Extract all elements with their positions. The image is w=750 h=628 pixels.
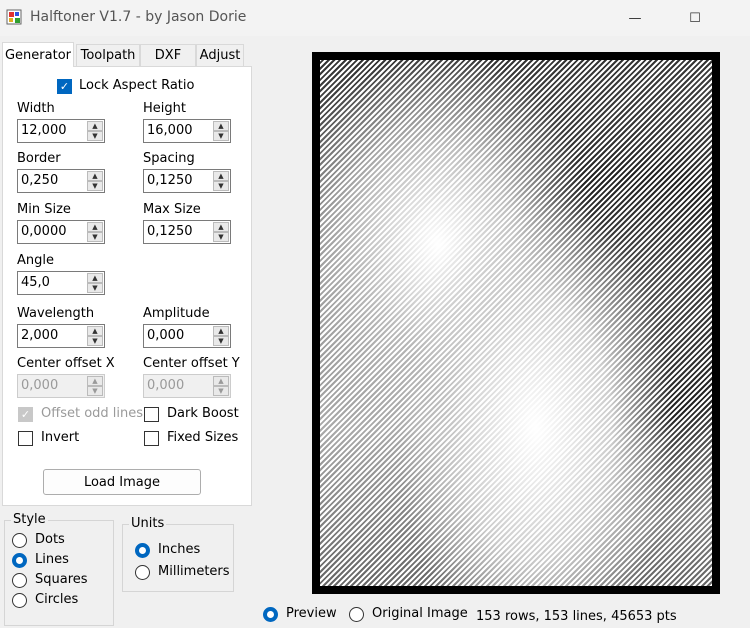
center-offset-x-value: 0,000: [21, 378, 59, 393]
width-spinner[interactable]: 12,000 ▲ ▼: [17, 119, 105, 143]
title-bar: Halftoner V1.7 - by Jason Dorie — ☐: [0, 0, 750, 36]
fixed-sizes-label: Fixed Sizes: [167, 430, 239, 445]
spin-up-icon[interactable]: ▲: [213, 121, 229, 131]
border-label: Border: [17, 151, 61, 166]
invert-checkbox[interactable]: [18, 431, 33, 446]
spin-down-icon[interactable]: ▼: [213, 181, 229, 191]
spin-down-icon[interactable]: ▼: [87, 181, 103, 191]
spin-up-icon[interactable]: ▲: [213, 222, 229, 232]
min-size-spinner[interactable]: 0,0000 ▲ ▼: [17, 220, 105, 244]
app-icon: [6, 9, 22, 25]
wavelength-spinner[interactable]: 2,000 ▲ ▼: [17, 324, 105, 348]
preview-radio[interactable]: [263, 607, 278, 622]
wavelength-value: 2,000: [21, 328, 59, 343]
tab-dxf[interactable]: DXF: [140, 44, 196, 66]
height-value: 16,000: [147, 123, 193, 138]
spin-up-icon[interactable]: ▲: [87, 326, 103, 336]
angle-value: 45,0: [21, 275, 50, 290]
height-spinner[interactable]: 16,000 ▲ ▼: [143, 119, 231, 143]
style-circles-label: Circles: [35, 592, 79, 607]
spin-down-icon: ▼: [213, 386, 229, 396]
units-inches-radio[interactable]: [135, 543, 150, 558]
units-group: Units Inches Millimeters: [122, 516, 234, 592]
style-squares-label: Squares: [35, 572, 88, 587]
units-millimeters-label: Millimeters: [158, 564, 230, 579]
minimize-button[interactable]: —: [612, 4, 658, 32]
spin-down-icon[interactable]: ▼: [213, 336, 229, 346]
tab-toolpath[interactable]: Toolpath: [76, 44, 140, 66]
center-offset-x-spinner: 0,000 ▲ ▼: [17, 374, 105, 398]
units-inches-label: Inches: [158, 542, 201, 557]
max-size-spinner[interactable]: 0,1250 ▲ ▼: [143, 220, 231, 244]
offset-odd-lines-label: Offset odd lines: [41, 406, 144, 421]
angle-label: Angle: [17, 253, 54, 268]
original-image-radio[interactable]: [349, 607, 364, 622]
load-image-button[interactable]: Load Image: [43, 469, 201, 495]
style-lines-label: Lines: [35, 552, 69, 567]
spin-down-icon[interactable]: ▼: [213, 131, 229, 141]
width-label: Width: [17, 101, 55, 116]
style-squares-radio[interactable]: [12, 573, 27, 588]
generator-panel: ✓ Lock Aspect Ratio Width 12,000 ▲ ▼ Heig…: [2, 66, 252, 506]
style-group: Style Dots Lines Squares Circles: [4, 512, 114, 626]
invert-label: Invert: [41, 430, 80, 445]
spin-up-icon[interactable]: ▲: [87, 273, 103, 283]
lock-aspect-label: Lock Aspect Ratio: [79, 78, 195, 93]
lock-aspect-checkbox[interactable]: ✓: [57, 79, 72, 94]
halftone-image: [320, 60, 712, 586]
angle-spinner[interactable]: 45,0 ▲ ▼: [17, 271, 105, 295]
spin-down-icon[interactable]: ▼: [87, 336, 103, 346]
wavelength-label: Wavelength: [17, 306, 95, 321]
tab-adjust[interactable]: Adjust: [196, 44, 244, 66]
amplitude-value: 0,000: [147, 328, 185, 343]
preview-label: Preview: [286, 606, 337, 621]
style-dots-label: Dots: [35, 532, 65, 547]
border-spinner[interactable]: 0,250 ▲ ▼: [17, 169, 105, 193]
border-value: 0,250: [21, 173, 59, 188]
spin-up-icon: ▲: [87, 376, 103, 386]
spin-down-icon[interactable]: ▼: [87, 131, 103, 141]
center-offset-y-spinner: 0,000 ▲ ▼: [143, 374, 231, 398]
amplitude-label: Amplitude: [143, 306, 210, 321]
spin-up-icon[interactable]: ▲: [87, 171, 103, 181]
maximize-button[interactable]: ☐: [672, 4, 718, 32]
center-offset-y-label: Center offset Y: [143, 356, 240, 371]
min-size-label: Min Size: [17, 202, 71, 217]
height-label: Height: [143, 101, 186, 116]
window-title: Halftoner V1.7 - by Jason Dorie: [30, 9, 247, 25]
spin-up-icon: ▲: [213, 376, 229, 386]
spin-down-icon[interactable]: ▼: [213, 232, 229, 242]
style-group-title: Style: [11, 512, 48, 527]
spin-down-icon[interactable]: ▼: [87, 232, 103, 242]
style-dots-radio[interactable]: [12, 533, 27, 548]
spacing-label: Spacing: [143, 151, 195, 166]
dark-boost-checkbox[interactable]: [144, 407, 159, 422]
style-circles-radio[interactable]: [12, 593, 27, 608]
tab-generator[interactable]: Generator: [2, 42, 74, 67]
center-offset-x-label: Center offset X: [17, 356, 115, 371]
status-text: 153 rows, 153 lines, 45653 pts: [476, 609, 677, 624]
spacing-value: 0,1250: [147, 173, 193, 188]
fixed-sizes-checkbox[interactable]: [144, 431, 159, 446]
width-value: 12,000: [21, 123, 67, 138]
units-group-title: Units: [129, 516, 167, 531]
offset-odd-lines-checkbox: ✓: [18, 407, 33, 422]
halftone-preview: [312, 52, 720, 594]
max-size-label: Max Size: [143, 202, 201, 217]
spin-up-icon[interactable]: ▲: [87, 222, 103, 232]
center-offset-y-value: 0,000: [147, 378, 185, 393]
spin-up-icon[interactable]: ▲: [213, 171, 229, 181]
spacing-spinner[interactable]: 0,1250 ▲ ▼: [143, 169, 231, 193]
spin-up-icon[interactable]: ▲: [213, 326, 229, 336]
spin-up-icon[interactable]: ▲: [87, 121, 103, 131]
spin-down-icon[interactable]: ▼: [87, 283, 103, 293]
amplitude-spinner[interactable]: 0,000 ▲ ▼: [143, 324, 231, 348]
units-millimeters-radio[interactable]: [135, 565, 150, 580]
style-lines-radio[interactable]: [12, 553, 27, 568]
spin-down-icon: ▼: [87, 386, 103, 396]
original-image-label: Original Image: [372, 606, 468, 621]
min-size-value: 0,0000: [21, 224, 67, 239]
dark-boost-label: Dark Boost: [167, 406, 239, 421]
max-size-value: 0,1250: [147, 224, 193, 239]
